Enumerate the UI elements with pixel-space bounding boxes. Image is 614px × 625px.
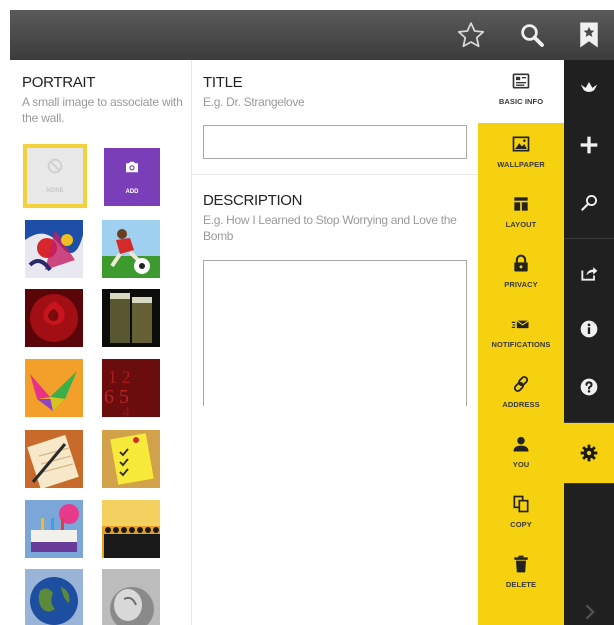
title-placeholder: E.g. Dr. Strangelove bbox=[203, 95, 305, 109]
star-outline-icon[interactable] bbox=[456, 20, 486, 50]
pregnant-belly-image[interactable] bbox=[102, 569, 160, 625]
wall-info-form: TITLE E.g. Dr. Strangelove DESCRIPTION E… bbox=[192, 60, 478, 625]
svg-text:1 2: 1 2 bbox=[108, 367, 131, 387]
settings-nav: BASIC INFO WALLPAPER LAYOUT PRIVACY NOTI… bbox=[478, 60, 564, 625]
share-icon[interactable] bbox=[564, 246, 614, 302]
settings-gear-icon[interactable] bbox=[564, 423, 614, 483]
portrait-title: PORTRAIT bbox=[22, 74, 96, 91]
none-label: NONE bbox=[46, 188, 64, 194]
trash-icon bbox=[514, 555, 528, 573]
origami-crane-image[interactable] bbox=[25, 359, 83, 417]
title-input[interactable] bbox=[203, 125, 467, 159]
top-toolbar bbox=[10, 10, 614, 60]
notepad-pencil-image[interactable] bbox=[25, 430, 83, 488]
add-label: ADD bbox=[125, 189, 139, 195]
soccer-player-image[interactable] bbox=[102, 220, 160, 278]
nav-layout-label: LAYOUT bbox=[505, 220, 537, 229]
abstract-art-image[interactable] bbox=[25, 220, 83, 278]
bookmark-star-icon[interactable] bbox=[574, 20, 604, 50]
description-label: DESCRIPTION bbox=[203, 192, 303, 209]
description-placeholder: E.g. How I Learned to Stop Worrying and … bbox=[203, 213, 457, 243]
birthday-cake-image[interactable] bbox=[25, 500, 83, 558]
layout-icon bbox=[514, 197, 528, 211]
link-icon bbox=[513, 376, 529, 392]
search-icon[interactable] bbox=[564, 176, 614, 232]
nav-you[interactable]: YOU bbox=[478, 423, 564, 483]
nav-basic-info-label: BASIC INFO bbox=[498, 97, 544, 106]
portrait-add-button[interactable]: ADD bbox=[104, 148, 160, 206]
help-icon[interactable] bbox=[564, 360, 614, 416]
notifications-icon bbox=[511, 320, 529, 329]
person-icon bbox=[513, 436, 529, 452]
nav-delete-label: DELETE bbox=[505, 580, 537, 589]
nav-notifications-label: NOTIFICATIONS bbox=[491, 340, 551, 349]
wallpaper-icon bbox=[512, 136, 530, 152]
chevron-right-icon[interactable] bbox=[564, 590, 614, 625]
nav-delete[interactable]: DELETE bbox=[478, 543, 564, 625]
camera-icon bbox=[126, 161, 138, 173]
portrait-panel: PORTRAIT A small image to associate with… bbox=[10, 60, 192, 625]
info-icon[interactable] bbox=[564, 302, 614, 358]
rail-divider bbox=[564, 238, 614, 239]
nav-address-label: ADDRESS bbox=[502, 400, 540, 409]
red-rose-image[interactable] bbox=[25, 289, 83, 347]
crowd-silhouette-image[interactable] bbox=[102, 500, 160, 558]
nav-basic-info[interactable]: BASIC INFO bbox=[478, 60, 564, 120]
description-input[interactable] bbox=[203, 260, 467, 406]
copy-icon bbox=[513, 495, 529, 513]
lock-icon bbox=[514, 254, 528, 272]
nav-notifications[interactable]: NOTIFICATIONS bbox=[478, 303, 564, 363]
padlet-logo-icon[interactable] bbox=[564, 60, 614, 116]
svg-text:4: 4 bbox=[122, 404, 130, 417]
nav-copy[interactable]: COPY bbox=[478, 483, 564, 543]
nav-address[interactable]: ADDRESS bbox=[478, 363, 564, 423]
rail-divider bbox=[564, 483, 614, 484]
nav-you-label: YOU bbox=[512, 460, 530, 469]
nav-wallpaper-label: WALLPAPER bbox=[497, 160, 545, 169]
form-divider bbox=[192, 174, 478, 175]
title-label: TITLE bbox=[203, 74, 243, 91]
checklist-note-image[interactable] bbox=[102, 430, 160, 488]
champagne-glasses-image[interactable] bbox=[102, 289, 160, 347]
basic-info-icon bbox=[512, 73, 530, 89]
red-numbers-image[interactable]: 1 26 54 bbox=[102, 359, 160, 417]
portrait-none-option[interactable]: NONE bbox=[23, 144, 87, 208]
nav-privacy-label: PRIVACY bbox=[504, 280, 538, 289]
plus-icon[interactable] bbox=[564, 118, 614, 174]
globe-image[interactable] bbox=[25, 569, 83, 625]
ban-icon bbox=[47, 158, 63, 174]
nav-copy-label: COPY bbox=[510, 520, 532, 529]
nav-layout[interactable]: LAYOUT bbox=[478, 183, 564, 243]
nav-privacy[interactable]: PRIVACY bbox=[478, 243, 564, 303]
nav-wallpaper[interactable]: WALLPAPER bbox=[478, 123, 564, 183]
right-rail bbox=[564, 60, 614, 625]
portrait-hint: A small image to associate with the wall… bbox=[22, 95, 183, 125]
search-icon[interactable] bbox=[517, 20, 547, 50]
